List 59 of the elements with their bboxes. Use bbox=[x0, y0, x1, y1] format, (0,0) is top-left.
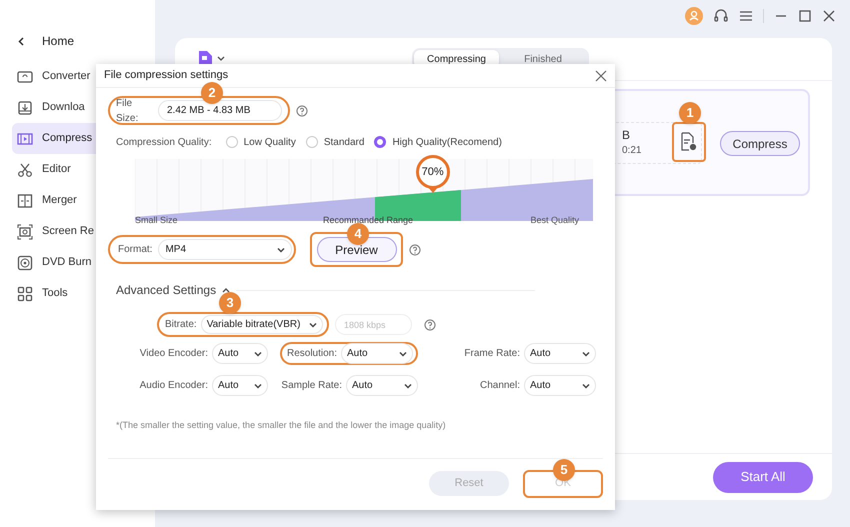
chevron-icon bbox=[399, 350, 407, 356]
dropdown[interactable]: Auto bbox=[341, 343, 413, 364]
back-link[interactable]: Home bbox=[42, 32, 74, 50]
file-settings-icon[interactable] bbox=[680, 132, 698, 152]
video-icon bbox=[17, 68, 33, 84]
setting-label: Resolution: bbox=[286, 347, 337, 361]
dropdown[interactable]: Auto bbox=[212, 375, 268, 396]
dropdown[interactable]: Auto bbox=[212, 343, 268, 364]
grid-icon bbox=[17, 286, 33, 302]
dropdown[interactable]: Auto bbox=[524, 343, 596, 364]
merge-icon bbox=[17, 192, 33, 208]
download-icon bbox=[17, 100, 33, 116]
file-duration: 0:21 bbox=[622, 144, 642, 158]
format-label: Format: bbox=[118, 243, 152, 257]
chevron-icon bbox=[277, 246, 286, 252]
help-icon[interactable] bbox=[296, 104, 308, 116]
chevron-icon bbox=[404, 382, 412, 388]
setting-label: Sample Rate: bbox=[281, 379, 342, 393]
dialog-title: File compression settings bbox=[104, 68, 228, 84]
setting-label: Channel: bbox=[480, 379, 520, 393]
close-icon[interactable] bbox=[595, 70, 607, 82]
dropdown[interactable]: Auto bbox=[524, 375, 596, 396]
help-icon[interactable] bbox=[424, 318, 436, 330]
chevron-icon bbox=[308, 322, 317, 328]
radio-button[interactable] bbox=[226, 136, 238, 148]
section-title: Advanced Settings bbox=[116, 282, 216, 299]
radio-label[interactable]: High Quality(Recomend) bbox=[392, 134, 502, 150]
setting-label: Audio Encoder: bbox=[140, 379, 208, 393]
help-icon[interactable] bbox=[409, 244, 421, 256]
file-size: B bbox=[622, 128, 632, 140]
dropdown[interactable]: MP4 bbox=[158, 239, 292, 260]
file-size-label: File Size: bbox=[116, 96, 140, 126]
chevron-icon bbox=[582, 382, 590, 388]
dropdown[interactable]: Auto bbox=[346, 375, 418, 396]
back-icon bbox=[18, 36, 24, 46]
note-text: *(The smaller the setting value, the smaller the file and the lower the image quality) bbox=[115, 419, 447, 432]
tab[interactable]: Finished bbox=[499, 50, 587, 68]
record-icon bbox=[17, 224, 33, 240]
close-icon[interactable] bbox=[822, 9, 836, 23]
radio-label[interactable]: Low Quality bbox=[244, 134, 296, 150]
film-icon bbox=[17, 130, 33, 146]
radio-label[interactable]: Standard bbox=[324, 134, 364, 150]
chevron-icon bbox=[582, 350, 590, 356]
menu-icon[interactable] bbox=[739, 10, 753, 22]
setting-label: Frame Rate: bbox=[464, 347, 520, 361]
scissors-icon bbox=[17, 162, 33, 178]
chevron-icon bbox=[254, 350, 262, 356]
preview-button[interactable]: Preview bbox=[316, 237, 396, 262]
chevron-icon bbox=[254, 382, 262, 388]
radio-button[interactable] bbox=[374, 136, 386, 148]
setting-label: Video Encoder: bbox=[140, 347, 208, 361]
start-all-button[interactable]: Start All bbox=[713, 462, 813, 492]
dropdown[interactable]: Variable bitrate(VBR) bbox=[200, 315, 323, 334]
headset-icon[interactable] bbox=[713, 8, 729, 24]
bitrate-label: Bitrate: bbox=[165, 318, 197, 332]
compress-button[interactable]: Compress bbox=[720, 131, 800, 156]
maximize-icon[interactable] bbox=[798, 9, 812, 23]
file-size-field[interactable]: 2.42 MB - 4.83 MB bbox=[158, 100, 282, 121]
radio-button[interactable] bbox=[306, 136, 318, 148]
